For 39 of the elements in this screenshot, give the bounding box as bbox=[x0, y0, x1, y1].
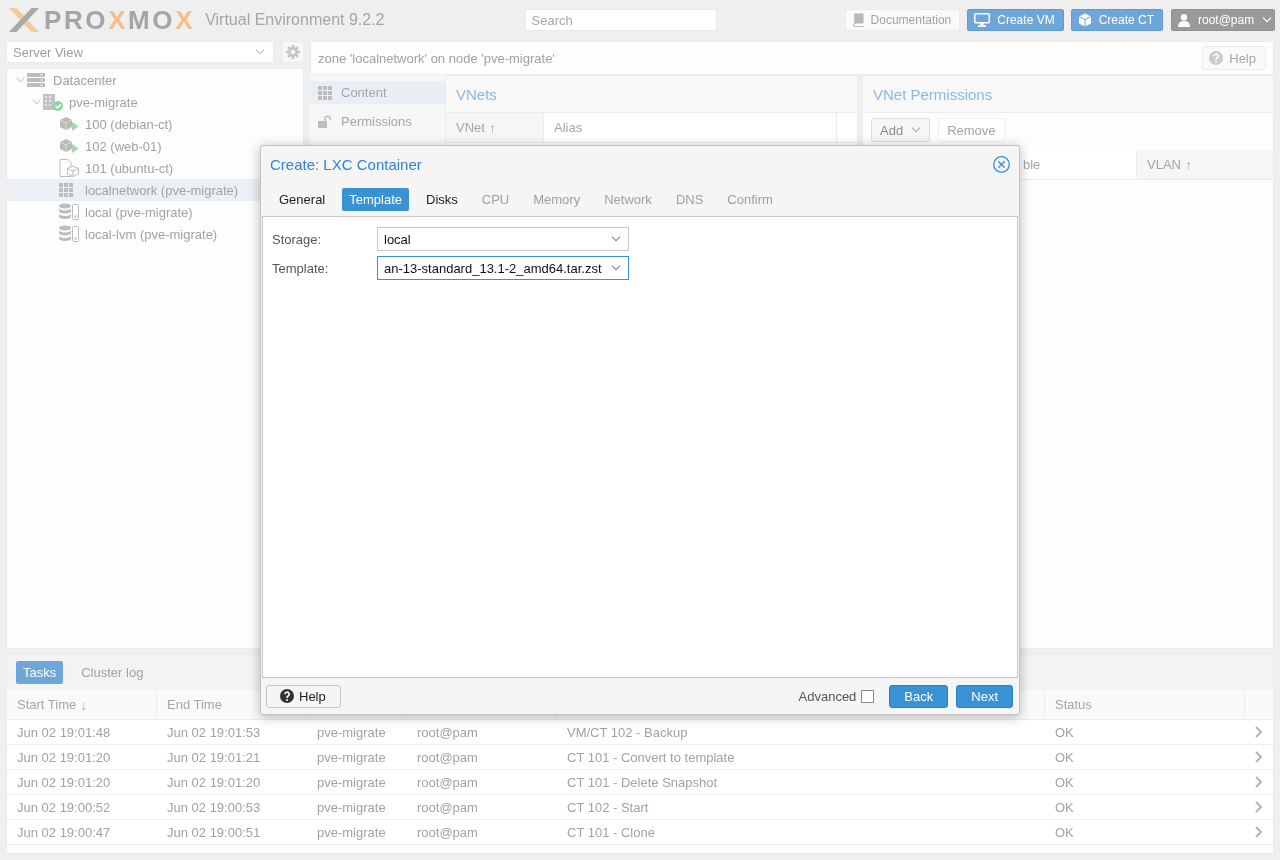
table-cell: Jun 02 19:01:21 bbox=[167, 749, 261, 765]
table-cell: Jun 02 19:01:48 bbox=[17, 724, 111, 740]
table-cell: pve-migrate bbox=[317, 749, 386, 765]
logo-wordmark: PROXMOX bbox=[44, 6, 196, 34]
table-cell: CT 101 - Convert to template bbox=[567, 749, 735, 765]
panel-title: VNet Permissions bbox=[873, 85, 993, 103]
table-cell: root@pam bbox=[417, 724, 478, 740]
table-cell: root@pam bbox=[417, 774, 478, 790]
table-cell: OK bbox=[1055, 724, 1074, 740]
table-cell: Jun 02 19:01:20 bbox=[167, 774, 261, 790]
table-cell: Jun 02 19:00:47 bbox=[17, 824, 111, 840]
table-cell: pve-migrate bbox=[317, 774, 386, 790]
table-cell: pve-migrate bbox=[317, 824, 386, 840]
table-cell: Jun 02 19:01:20 bbox=[17, 749, 111, 765]
field-label: Storage: bbox=[272, 231, 323, 247]
table-cell: Jun 02 19:00:51 bbox=[167, 824, 261, 840]
table-cell: Jun 02 19:00:52 bbox=[17, 799, 111, 815]
table-cell: root@pam bbox=[417, 749, 478, 765]
field-label: Template: bbox=[272, 260, 330, 276]
table-cell: pve-migrate bbox=[317, 799, 386, 815]
checkbox-label: Advanced bbox=[798, 688, 857, 704]
table-cell: Jun 02 19:01:20 bbox=[17, 774, 111, 790]
table-cell: OK bbox=[1055, 799, 1074, 815]
table-cell: CT 101 - Delete Snapshot bbox=[567, 774, 718, 790]
table-cell: Jun 02 19:00:53 bbox=[167, 799, 261, 815]
table-cell: CT 102 - Start bbox=[567, 799, 649, 815]
table-cell: root@pam bbox=[417, 799, 478, 815]
table-cell: Jun 02 19:01:53 bbox=[167, 724, 261, 740]
product-title: Virtual Environment 9.2.2 bbox=[205, 11, 385, 29]
dialog-title: Create: LXC Container bbox=[270, 155, 422, 173]
table-cell: CT 101 - Clone bbox=[567, 824, 655, 840]
table-cell: OK bbox=[1055, 749, 1074, 765]
table-cell: VM/CT 102 - Backup bbox=[567, 724, 688, 740]
header-title: zone 'localnetwork' on node 'pve-migrate' bbox=[318, 50, 555, 66]
table-cell: OK bbox=[1055, 824, 1074, 840]
table-cell: OK bbox=[1055, 774, 1074, 790]
table-cell: root@pam bbox=[417, 824, 478, 840]
panel-title: VNets bbox=[456, 85, 497, 103]
table-cell: pve-migrate bbox=[317, 724, 386, 740]
